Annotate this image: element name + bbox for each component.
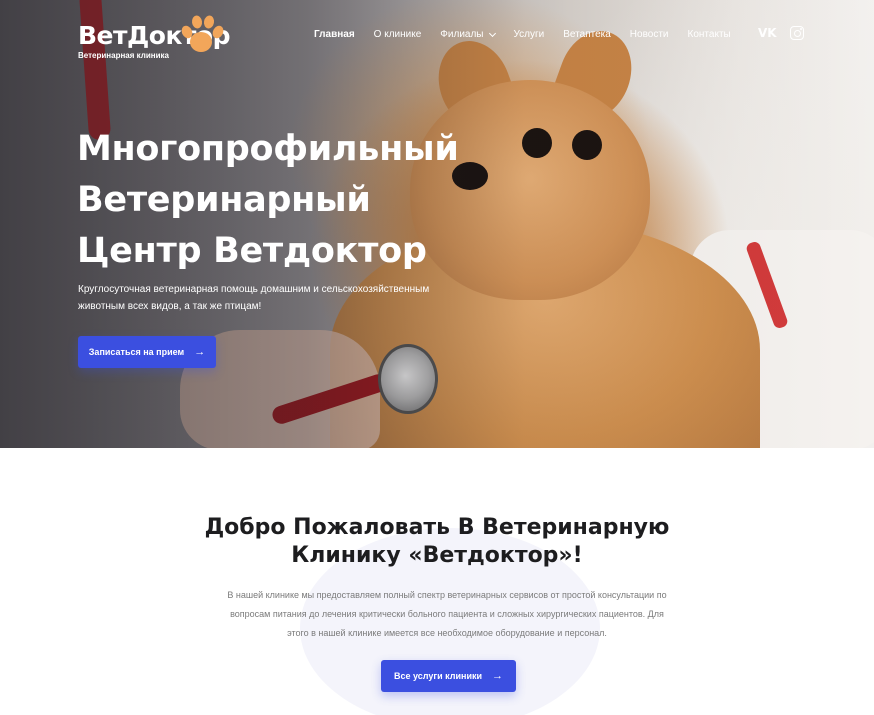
hero-description: Круглосуточная ветеринарная помощь домаш… xyxy=(78,284,430,312)
nav-item-services[interactable]: Услуги xyxy=(514,29,545,40)
nav-item-label: Главная xyxy=(314,29,355,40)
hero-title-line: Многопрофильный xyxy=(77,129,459,169)
vk-icon[interactable]: VK xyxy=(758,26,777,40)
nav-item-label: Услуги xyxy=(513,29,545,40)
arrow-right-icon: → xyxy=(194,346,206,358)
arrow-right-icon: → xyxy=(492,670,504,682)
nav-item-label: Ветаптека xyxy=(563,29,611,40)
hero-title: Многопрофильный Ветеринарный Центр Ветдо… xyxy=(77,124,497,277)
welcome-text-line: вопросам питания до лечения критически б… xyxy=(230,609,664,619)
button-label: Записаться на прием xyxy=(88,347,185,357)
chevron-down-icon xyxy=(488,29,496,37)
hero-title-line: Ветеринарный xyxy=(77,180,371,220)
hero-section: ВетДоктор Ветеринарная клиника Главная О… xyxy=(0,0,874,448)
nav-item-label: Контакты xyxy=(687,29,731,40)
welcome-text-line: В нашей клинике мы предоставляем полный … xyxy=(227,590,667,600)
all-services-button[interactable]: Все услуги клиники → xyxy=(381,660,516,692)
nav-item-contacts[interactable]: Контакты xyxy=(688,29,731,40)
hero-title-line: Центр Ветдоктор xyxy=(77,231,427,271)
welcome-title-line: Клинику «Ветдоктор»! xyxy=(291,543,583,568)
instagram-icon[interactable] xyxy=(790,26,804,40)
paw-icon xyxy=(181,15,224,52)
nav-item-label: О клинике xyxy=(373,29,422,40)
nav-item-label: Филиалы xyxy=(440,29,484,40)
nav-item-label: Новости xyxy=(629,29,669,40)
welcome-section: Добро Пожаловать В Ветеринарную Клинику … xyxy=(0,448,874,715)
welcome-title-line: Добро Пожаловать В Ветеринарную xyxy=(204,515,670,540)
nav-item-home[interactable]: Главная xyxy=(314,29,355,40)
nav-item-branches[interactable]: Филиалы xyxy=(440,29,496,40)
main-nav: Главная О клинике Филиалы Услуги Ветапте… xyxy=(314,29,750,40)
welcome-text-line: этого в нашей клинике имеется все необхо… xyxy=(287,628,607,638)
nav-item-pharmacy[interactable]: Ветаптека xyxy=(563,29,611,40)
book-appointment-button[interactable]: Записаться на прием → xyxy=(78,336,216,368)
welcome-title: Добро Пожаловать В Ветеринарную Клинику … xyxy=(0,514,874,570)
nav-item-about[interactable]: О клинике xyxy=(374,29,422,40)
welcome-text: В нашей клинике мы предоставляем полный … xyxy=(197,586,697,643)
nav-item-news[interactable]: Новости xyxy=(630,29,669,40)
button-label: Все услуги клиники xyxy=(393,671,483,681)
